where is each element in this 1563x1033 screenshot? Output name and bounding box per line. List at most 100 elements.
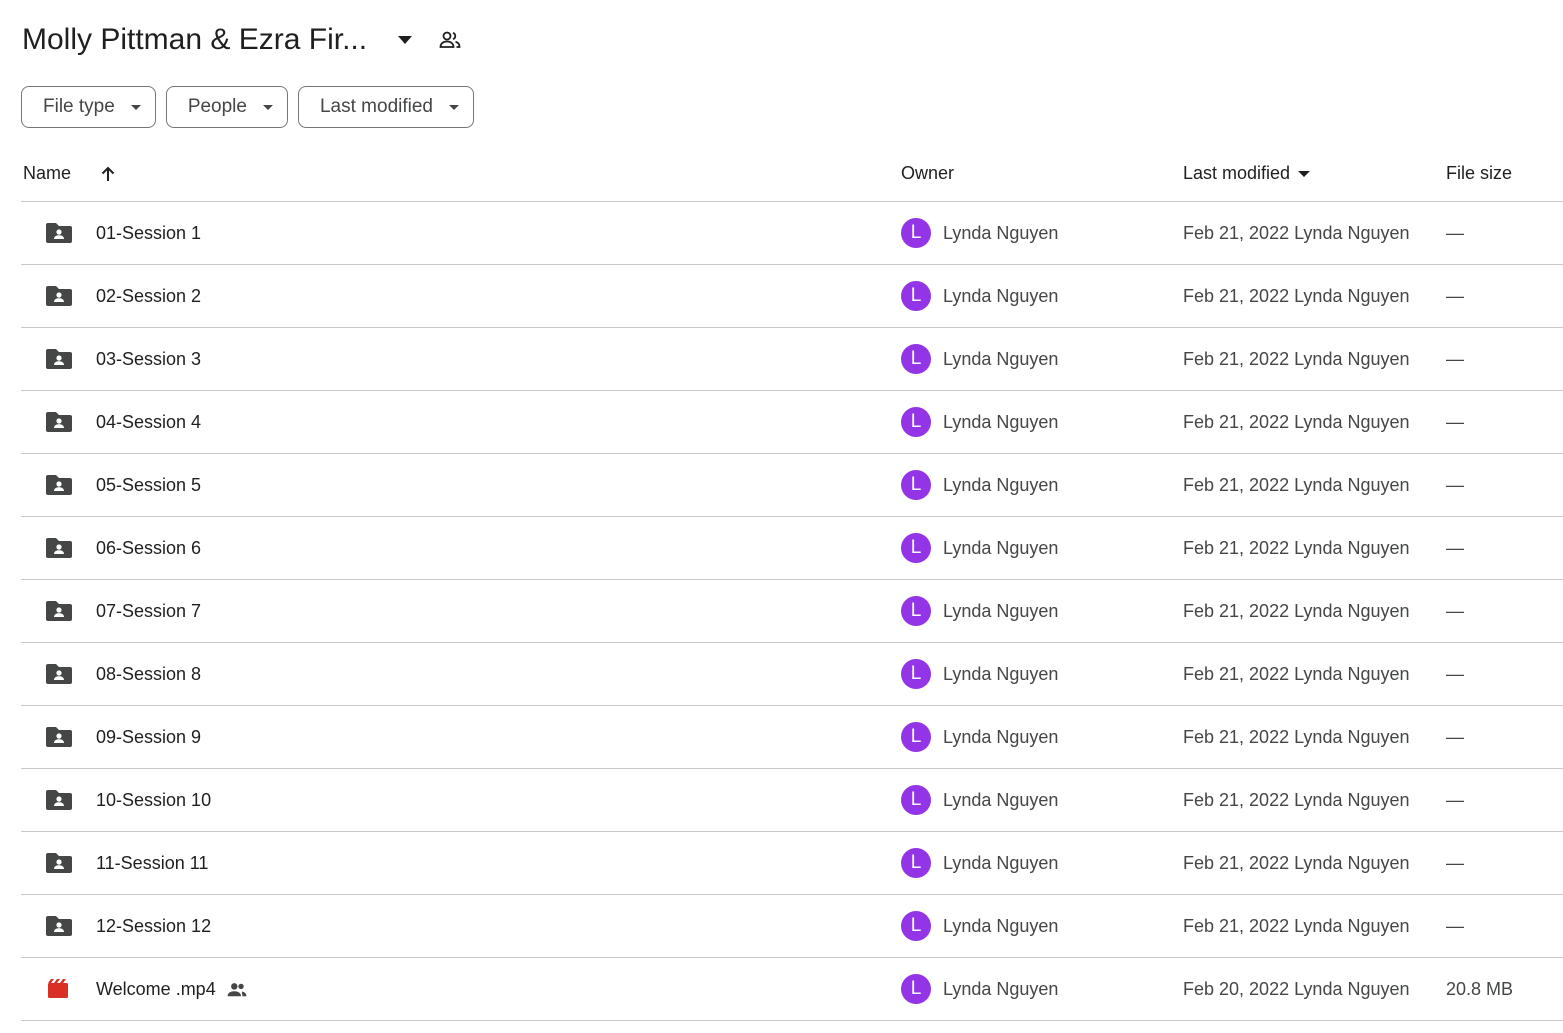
file-name[interactable]: 12-Session 12 bbox=[96, 916, 211, 937]
owner-name: Lynda Nguyen bbox=[943, 286, 1059, 306]
file-size: — bbox=[1446, 223, 1464, 243]
avatar[interactable]: L bbox=[901, 848, 931, 878]
file-size-column-header: File size bbox=[1446, 163, 1513, 183]
file-name[interactable]: 03-Session 3 bbox=[96, 349, 201, 370]
file-name[interactable]: 09-Session 9 bbox=[96, 727, 201, 748]
file-name-text: 02-Session 2 bbox=[96, 286, 202, 306]
file-name-text: 12-Session 12 bbox=[96, 916, 212, 936]
file-name[interactable]: 05-Session 5 bbox=[96, 475, 201, 496]
last-modified: Feb 21, 2022 Lynda Nguyen bbox=[1183, 349, 1410, 369]
last-modified: Feb 21, 2022 Lynda Nguyen bbox=[1183, 790, 1410, 810]
file-name[interactable]: Welcome .mp4 bbox=[96, 979, 248, 1000]
shared-folder-icon bbox=[46, 600, 72, 622]
shared-folder-icon bbox=[46, 726, 72, 748]
file-size: — bbox=[1446, 916, 1464, 936]
avatar[interactable]: L bbox=[901, 911, 931, 941]
file-size: — bbox=[1446, 601, 1464, 621]
shared-folder-icon bbox=[46, 285, 72, 307]
last-modified: Feb 21, 2022 Lynda Nguyen bbox=[1183, 916, 1410, 936]
file-size: — bbox=[1446, 349, 1464, 369]
shared-folder-icon bbox=[46, 537, 72, 559]
last-modified-filter[interactable]: Last modified bbox=[297, 86, 474, 128]
last-modified-column-header[interactable]: Last modified bbox=[1183, 163, 1311, 184]
owner-name: Lynda Nguyen bbox=[943, 853, 1059, 873]
file-name[interactable]: 01-Session 1 bbox=[96, 223, 201, 244]
last-modified: Feb 21, 2022 Lynda Nguyen bbox=[1183, 538, 1410, 558]
avatar[interactable]: L bbox=[901, 596, 931, 626]
avatar[interactable]: L bbox=[901, 470, 931, 500]
people-icon[interactable] bbox=[437, 27, 463, 53]
people-filter[interactable]: People bbox=[165, 86, 288, 128]
last-modified: Feb 21, 2022 Lynda Nguyen bbox=[1183, 601, 1410, 621]
avatar[interactable]: L bbox=[901, 344, 931, 374]
file-name[interactable]: 11-Session 11 bbox=[96, 853, 208, 874]
table-row[interactable]: 07-Session 7 L Lynda Nguyen Feb 21, 2022… bbox=[21, 580, 1563, 643]
file-size: — bbox=[1446, 286, 1464, 306]
file-type-filter[interactable]: File type bbox=[21, 86, 156, 128]
file-name[interactable]: 08-Session 8 bbox=[96, 664, 201, 685]
file-size: — bbox=[1446, 538, 1464, 558]
file-name[interactable]: 07-Session 7 bbox=[96, 601, 201, 622]
table-row[interactable]: 05-Session 5 L Lynda Nguyen Feb 21, 2022… bbox=[21, 454, 1563, 517]
avatar[interactable]: L bbox=[901, 659, 931, 689]
table-row[interactable]: 10-Session 10 L Lynda Nguyen Feb 21, 202… bbox=[21, 769, 1563, 832]
table-row[interactable]: 11-Session 11 L Lynda Nguyen Feb 21, 202… bbox=[21, 832, 1563, 895]
file-name-text: 03-Session 3 bbox=[96, 349, 202, 369]
table-header: Name Owner Last modified File size bbox=[21, 146, 1563, 202]
file-name[interactable]: 04-Session 4 bbox=[96, 412, 201, 433]
table-row[interactable]: 08-Session 8 L Lynda Nguyen Feb 21, 2022… bbox=[21, 643, 1563, 706]
file-size: — bbox=[1446, 412, 1464, 432]
table-row[interactable]: 03-Session 3 L Lynda Nguyen Feb 21, 2022… bbox=[21, 328, 1563, 391]
folder-title[interactable]: Molly Pittman & Ezra Fir... bbox=[22, 23, 367, 57]
shared-folder-icon bbox=[46, 474, 72, 496]
shared-folder-icon bbox=[46, 411, 72, 433]
last-modified: Feb 21, 2022 Lynda Nguyen bbox=[1183, 475, 1410, 495]
name-column-header[interactable]: Name bbox=[23, 163, 117, 184]
last-modified: Feb 21, 2022 Lynda Nguyen bbox=[1183, 412, 1410, 432]
avatar[interactable]: L bbox=[901, 722, 931, 752]
file-name[interactable]: 06-Session 6 bbox=[96, 538, 201, 559]
owner-name: Lynda Nguyen bbox=[943, 916, 1059, 936]
filter-label: People bbox=[187, 96, 247, 117]
table-row[interactable]: Welcome .mp4 L Lynda Nguyen Feb 20, 2022… bbox=[21, 958, 1563, 1021]
file-name[interactable]: 02-Session 2 bbox=[96, 286, 201, 307]
avatar[interactable]: L bbox=[901, 533, 931, 563]
owner-name: Lynda Nguyen bbox=[943, 349, 1059, 369]
owner-column-header: Owner bbox=[901, 163, 955, 183]
avatar[interactable]: L bbox=[901, 218, 931, 248]
owner-name: Lynda Nguyen bbox=[943, 223, 1059, 243]
file-name[interactable]: 10-Session 10 bbox=[96, 790, 211, 811]
avatar[interactable]: L bbox=[901, 785, 931, 815]
table-row[interactable]: 09-Session 9 L Lynda Nguyen Feb 21, 2022… bbox=[21, 706, 1563, 769]
last-modified: Feb 21, 2022 Lynda Nguyen bbox=[1183, 223, 1410, 243]
table-row[interactable]: 01-Session 1 L Lynda Nguyen Feb 21, 2022… bbox=[21, 202, 1563, 265]
owner-name: Lynda Nguyen bbox=[943, 664, 1059, 684]
shared-folder-icon bbox=[46, 789, 72, 811]
shared-folder-icon bbox=[46, 222, 72, 244]
caret-down-icon bbox=[1298, 170, 1311, 177]
file-size: — bbox=[1446, 790, 1464, 810]
file-name-text: 04-Session 4 bbox=[96, 412, 202, 432]
table-row[interactable]: 02-Session 2 L Lynda Nguyen Feb 21, 2022… bbox=[21, 265, 1563, 328]
file-name-text: 01-Session 1 bbox=[96, 223, 202, 243]
video-file-icon bbox=[46, 978, 72, 1000]
avatar[interactable]: L bbox=[901, 407, 931, 437]
owner-name: Lynda Nguyen bbox=[943, 538, 1059, 558]
file-size: — bbox=[1446, 853, 1464, 873]
table-row[interactable]: 06-Session 6 L Lynda Nguyen Feb 21, 2022… bbox=[21, 517, 1563, 580]
caret-down-icon[interactable] bbox=[393, 28, 417, 52]
file-size: 20.8 MB bbox=[1446, 979, 1514, 999]
table-row[interactable]: 12-Session 12 L Lynda Nguyen Feb 21, 202… bbox=[21, 895, 1563, 958]
owner-name: Lynda Nguyen bbox=[943, 790, 1059, 810]
rows-container: 01-Session 1 L Lynda Nguyen Feb 21, 2022… bbox=[21, 202, 1563, 1021]
filter-label: Last modified bbox=[319, 96, 433, 117]
file-name-text: 05-Session 5 bbox=[96, 475, 202, 495]
file-size: — bbox=[1446, 727, 1464, 747]
table-row[interactable]: 04-Session 4 L Lynda Nguyen Feb 21, 2022… bbox=[21, 391, 1563, 454]
avatar[interactable]: L bbox=[901, 974, 931, 1004]
arrow-up-icon[interactable] bbox=[99, 165, 117, 183]
caret-down-icon bbox=[449, 104, 459, 110]
column-label: Name bbox=[23, 163, 72, 183]
avatar[interactable]: L bbox=[901, 281, 931, 311]
column-label: Last modified bbox=[1183, 163, 1291, 183]
